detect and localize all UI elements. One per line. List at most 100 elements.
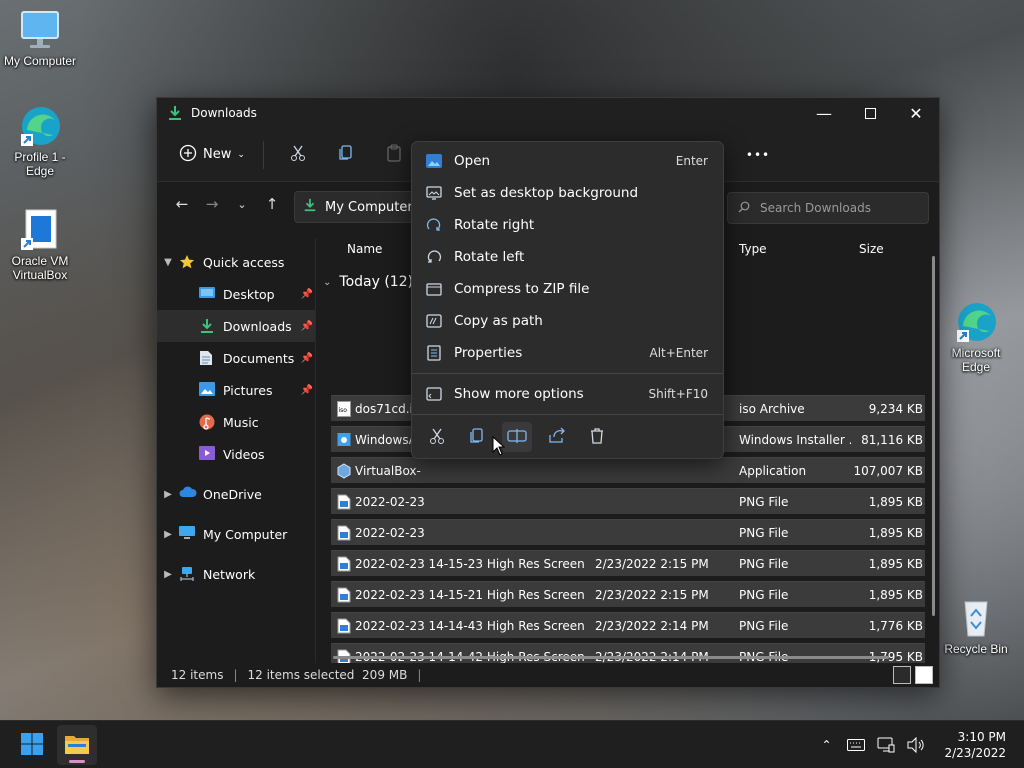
virtualbox-app-icon bbox=[337, 462, 351, 479]
scissors-icon bbox=[428, 427, 446, 448]
sidebar-item-documents[interactable]: Documents 📌 bbox=[157, 342, 315, 374]
sidebar-item-desktop[interactable]: Desktop 📌 bbox=[157, 278, 315, 310]
sidebar-item-label: Videos bbox=[223, 446, 265, 462]
recent-locations-button[interactable]: ⌄ bbox=[227, 189, 257, 219]
installer-file-icon bbox=[337, 432, 351, 448]
copy-path-icon bbox=[426, 313, 442, 329]
sidebar-item-videos[interactable]: Videos bbox=[157, 438, 315, 470]
file-row[interactable]: 2022-02-23 14-14-43 High Res Screensho..… bbox=[331, 612, 925, 638]
video-icon bbox=[199, 446, 217, 462]
desktop-icon-profile-edge[interactable]: Profile 1 - Edge bbox=[0, 104, 80, 178]
file-row[interactable]: 2022-02-23 PNG File 1,895 KB bbox=[331, 488, 925, 514]
selection-info: 12 items selected 209 MB bbox=[247, 668, 408, 682]
context-rename-button[interactable] bbox=[502, 422, 532, 452]
sidebar-item-my-computer[interactable]: ▶ My Computer bbox=[157, 518, 315, 550]
pin-icon[interactable]: 📌 bbox=[301, 385, 313, 396]
menu-item-label: Show more options bbox=[454, 386, 584, 402]
back-button[interactable]: ← bbox=[167, 189, 197, 219]
details-view-button[interactable] bbox=[893, 666, 911, 684]
sidebar-item-onedrive[interactable]: ▶ OneDrive bbox=[157, 478, 315, 510]
trash-icon bbox=[588, 427, 606, 448]
new-button[interactable]: New ⌄ bbox=[171, 138, 253, 172]
menu-item-copy-as-path[interactable]: Copy as path bbox=[412, 305, 723, 337]
maximize-button[interactable] bbox=[847, 98, 893, 128]
rename-icon bbox=[507, 427, 527, 448]
up-button[interactable]: ↑ bbox=[257, 189, 287, 219]
column-header-name[interactable]: Name bbox=[347, 242, 382, 256]
volume-icon[interactable] bbox=[904, 733, 928, 757]
menu-item-rotate-right[interactable]: Rotate right bbox=[412, 209, 723, 241]
sidebar-item-label: Music bbox=[223, 414, 259, 430]
context-cut-button[interactable] bbox=[422, 422, 452, 452]
column-header-size[interactable]: Size bbox=[859, 242, 884, 256]
navigation-pane: ▼ Quick access Desktop 📌 Downloads 📌 Doc… bbox=[157, 238, 315, 663]
context-copy-button[interactable] bbox=[462, 422, 492, 452]
breadcrumb[interactable]: My Computer bbox=[325, 200, 413, 215]
horizontal-scrollbar[interactable] bbox=[333, 656, 889, 659]
menu-item-open[interactable]: Open Enter bbox=[412, 145, 723, 177]
desktop-icon-virtualbox[interactable]: Oracle VM VirtualBox bbox=[0, 208, 80, 282]
chevron-right-icon[interactable]: ▶ bbox=[157, 569, 179, 580]
close-button[interactable]: ✕ bbox=[893, 98, 939, 128]
pin-icon[interactable]: 📌 bbox=[301, 321, 313, 332]
network-icon[interactable] bbox=[874, 733, 898, 757]
desktop-icon-microsoft-edge[interactable]: Microsoft Edge bbox=[936, 300, 1016, 374]
file-row[interactable]: 2022-02-23 14-15-21 High Res Screensho..… bbox=[331, 581, 925, 607]
monitor-icon bbox=[179, 526, 197, 542]
title-bar[interactable]: Downloads — ✕ bbox=[157, 98, 939, 128]
desktop-icon-recycle-bin[interactable]: Recycle Bin bbox=[936, 596, 1016, 656]
clipboard-icon bbox=[385, 144, 403, 166]
more-options-button[interactable]: ••• bbox=[743, 138, 773, 172]
monitor-icon bbox=[17, 8, 63, 52]
clock[interactable]: 3:10 PM 2/23/2022 bbox=[944, 729, 1006, 761]
address-bar[interactable]: My Computer bbox=[294, 191, 414, 223]
menu-item-rotate-left[interactable]: Rotate left bbox=[412, 241, 723, 273]
taskbar-file-explorer-button[interactable] bbox=[57, 725, 97, 765]
file-row[interactable]: 2022-02-23 14-14-42 High Res Screensho..… bbox=[331, 643, 925, 663]
edge-icon bbox=[953, 300, 999, 344]
tiles-view-button[interactable] bbox=[915, 666, 933, 684]
sidebar-item-music[interactable]: Music bbox=[157, 406, 315, 438]
context-delete-button[interactable] bbox=[582, 422, 612, 452]
desktop-icon-my-computer[interactable]: My Computer bbox=[0, 8, 80, 68]
show-hidden-icons-button[interactable]: ⌃ bbox=[814, 733, 838, 757]
minimize-button[interactable]: — bbox=[801, 98, 847, 128]
sidebar-item-downloads[interactable]: Downloads 📌 bbox=[157, 310, 315, 342]
column-header-type[interactable]: Type bbox=[739, 242, 767, 256]
menu-item-properties[interactable]: Properties Alt+Enter bbox=[412, 337, 723, 369]
vertical-scrollbar[interactable] bbox=[932, 256, 935, 616]
file-row[interactable]: 2022-02-23 14-15-23 High Res Screensho..… bbox=[331, 550, 925, 576]
sidebar-item-pictures[interactable]: Pictures 📌 bbox=[157, 374, 315, 406]
virtualbox-icon bbox=[17, 208, 63, 252]
context-share-button[interactable] bbox=[542, 422, 572, 452]
file-name: 2022-02-23 14-14-43 High Res Screensho..… bbox=[355, 618, 585, 633]
file-size: 1,895 KB bbox=[868, 556, 923, 571]
menu-item-compress-zip[interactable]: Compress to ZIP file bbox=[412, 273, 723, 305]
status-divider: | bbox=[417, 668, 422, 682]
sidebar-item-network[interactable]: ▶ Network bbox=[157, 558, 315, 590]
menu-divider bbox=[412, 373, 723, 374]
menu-item-show-more-options[interactable]: Show more options Shift+F10 bbox=[412, 378, 723, 410]
search-box[interactable]: Search Downloads bbox=[727, 192, 929, 224]
picture-icon bbox=[199, 382, 217, 398]
copy-button[interactable] bbox=[322, 138, 370, 172]
group-header-today[interactable]: ⌄ Today (12) bbox=[323, 274, 413, 290]
rotate-left-icon bbox=[426, 249, 442, 265]
file-row[interactable]: 2022-02-23 PNG File 1,895 KB bbox=[331, 519, 925, 545]
pin-icon[interactable]: 📌 bbox=[301, 289, 313, 300]
start-button[interactable] bbox=[12, 725, 52, 765]
file-size: 9,234 KB bbox=[868, 401, 923, 416]
forward-button[interactable]: → bbox=[197, 189, 227, 219]
chevron-right-icon[interactable]: ▶ bbox=[157, 529, 179, 540]
file-type: PNG File bbox=[739, 494, 789, 509]
file-size: 1,895 KB bbox=[868, 494, 923, 509]
sidebar-item-quick-access[interactable]: ▼ Quick access bbox=[157, 246, 315, 278]
keyboard-icon[interactable] bbox=[844, 733, 868, 757]
pin-icon[interactable]: 📌 bbox=[301, 353, 313, 364]
status-divider: | bbox=[233, 668, 238, 682]
chevron-right-icon[interactable]: ▶ bbox=[157, 489, 179, 500]
cut-button[interactable] bbox=[274, 138, 322, 172]
menu-item-set-desktop-background[interactable]: Set as desktop background bbox=[412, 177, 723, 209]
pane-splitter[interactable] bbox=[315, 238, 316, 663]
file-row[interactable]: VirtualBox- Application 107,007 KB bbox=[331, 457, 925, 483]
